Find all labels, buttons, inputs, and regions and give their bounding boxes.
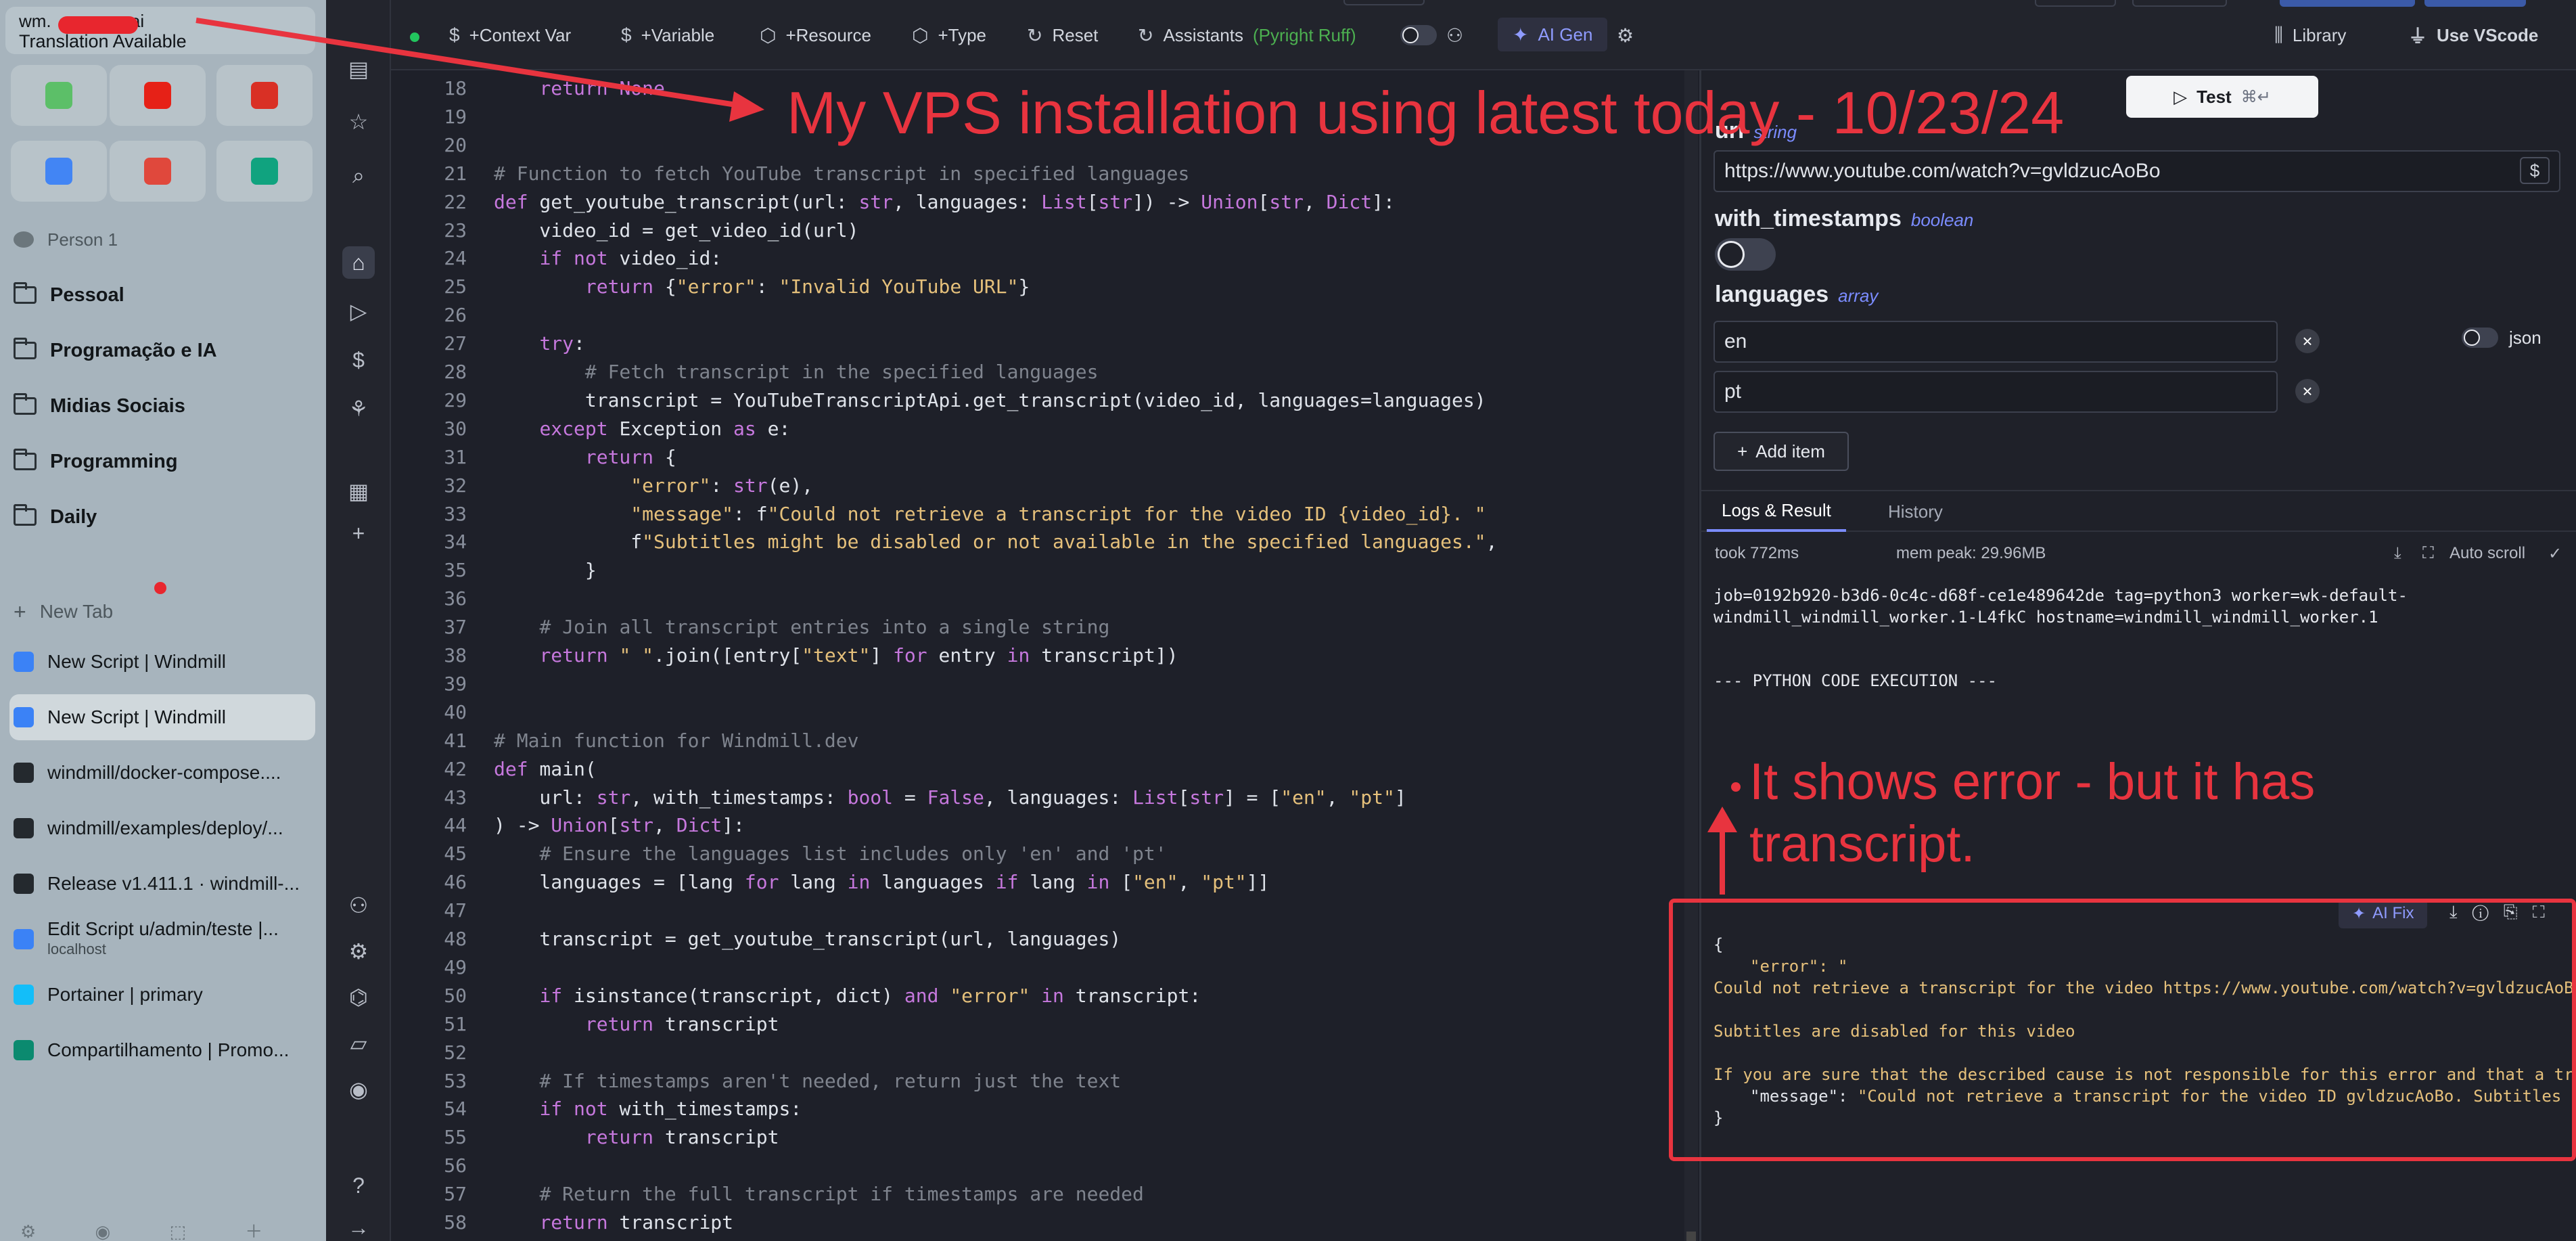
note-arrow-head — [1707, 807, 1737, 832]
title-arrow-head — [729, 91, 764, 122]
annotation-note-line2: transcript. — [1749, 815, 1975, 873]
title-arrow-line — [196, 18, 758, 111]
annotation-note-line1: It shows error - but it has — [1749, 753, 2316, 811]
note-bullet — [1731, 782, 1741, 792]
annotation-title: My VPS installation using latest today -… — [787, 79, 2065, 146]
result-highlight-box — [1669, 899, 2576, 1161]
